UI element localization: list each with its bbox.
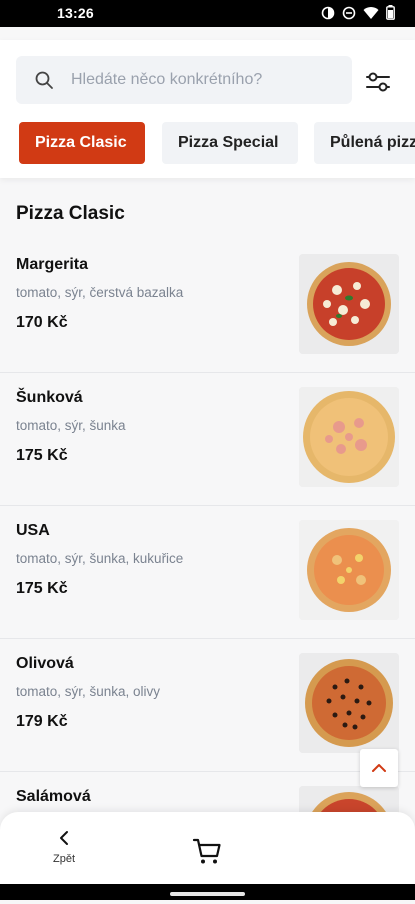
item-price: 179 Kč <box>16 713 68 730</box>
category-tabs: Pizza Clasic Pizza Special Půlená pizza <box>0 122 415 166</box>
item-description: tomato, sýr, čerstvá bazalka <box>16 285 184 300</box>
status-icons <box>321 5 395 20</box>
usa-pizza-image[interactable] <box>299 520 399 620</box>
battery-icon <box>386 5 395 20</box>
search-icon <box>35 71 53 89</box>
menu-item[interactable]: Margerita tomato, sýr, čerstvá bazalka 1… <box>0 239 415 373</box>
section-title: Pizza Clasic <box>16 203 125 224</box>
item-description: tomato, sýr, šunka, olivy <box>16 684 161 699</box>
system-nav-bar <box>0 884 415 900</box>
chevron-up-icon <box>372 764 386 772</box>
ham-pizza-image[interactable] <box>299 387 399 487</box>
back-label: Zpět <box>52 853 75 865</box>
search-input[interactable] <box>69 70 343 90</box>
tab-pizza-special[interactable]: Pizza Special <box>162 122 298 164</box>
menu-item[interactable]: Olivová tomato, sýr, šunka, olivy 179 Kč <box>0 638 415 772</box>
wifi-icon <box>363 6 379 19</box>
item-description: tomato, sýr, šunka <box>16 418 126 433</box>
item-name: USA <box>16 522 50 539</box>
status-time: 13:26 <box>57 5 94 21</box>
data-saver-icon <box>321 6 335 19</box>
item-price: 175 Kč <box>16 447 68 464</box>
cart-icon[interactable] <box>192 836 222 866</box>
menu-item[interactable]: USA tomato, sýr, šunka, kukuřice 175 Kč <box>0 505 415 639</box>
search-box[interactable] <box>16 56 352 104</box>
menu-item[interactable]: Šunková tomato, sýr, šunka 175 Kč <box>0 372 415 506</box>
back-button[interactable]: Zpět <box>46 830 82 874</box>
dnd-icon <box>342 6 356 19</box>
scroll-to-top-button[interactable] <box>360 749 398 787</box>
item-name: Salámová <box>16 788 91 805</box>
tab-pizza-clasic[interactable]: Pizza Clasic <box>19 122 145 164</box>
status-bar: 13:26 <box>0 0 415 27</box>
chevron-left-icon <box>60 831 68 845</box>
filter-icon[interactable] <box>363 67 393 97</box>
olive-pizza-image[interactable] <box>299 653 399 753</box>
item-name: Šunková <box>16 389 83 406</box>
home-indicator[interactable] <box>170 892 245 896</box>
margherita-pizza-image[interactable] <box>299 254 399 354</box>
item-price: 170 Kč <box>16 314 68 331</box>
item-description: tomato, sýr, šunka, kukuřice <box>16 551 184 566</box>
item-price: 175 Kč <box>16 580 68 597</box>
item-name: Margerita <box>16 256 89 273</box>
item-name: Olivová <box>16 655 74 672</box>
tab-pulena-pizza[interactable]: Půlená pizza <box>314 122 415 164</box>
header: Pizza Clasic Pizza Special Půlená pizza <box>0 40 415 178</box>
bottom-bar: Zpět <box>0 812 415 884</box>
